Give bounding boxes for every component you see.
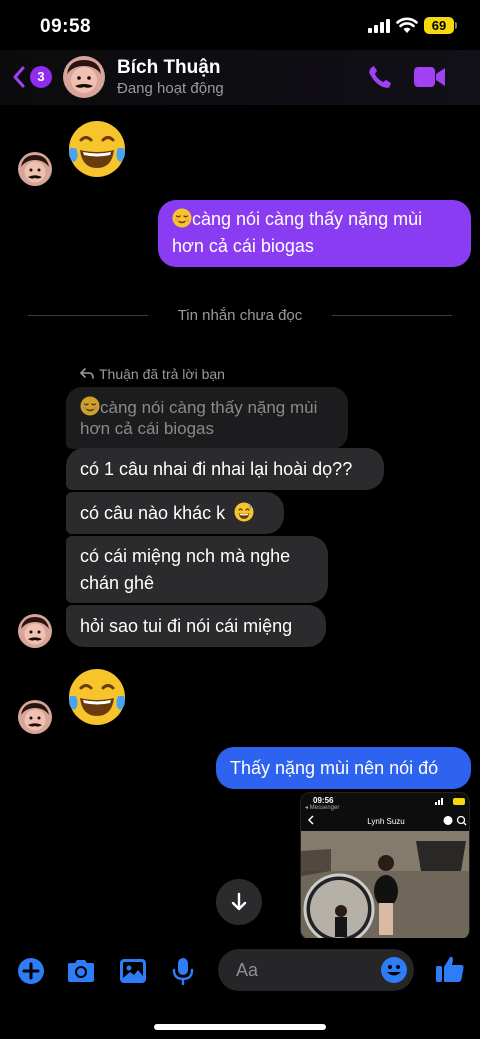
- avatar-image: [18, 700, 52, 734]
- status-bar: 09:58 69: [0, 0, 480, 50]
- wifi-icon: [396, 17, 418, 33]
- camera-icon: [68, 960, 94, 982]
- image-icon: [120, 959, 146, 983]
- divider-line: [332, 315, 452, 316]
- attachment-header-icons: [443, 815, 467, 826]
- battery-tip: [455, 22, 457, 29]
- voice-button[interactable]: [168, 956, 198, 986]
- photo-scene: [301, 831, 469, 939]
- phone-icon[interactable]: [366, 63, 394, 91]
- attachment-photo: [301, 831, 469, 939]
- like-button[interactable]: [434, 953, 466, 985]
- chat-header: 3 Bích Thuận Đang hoạt động: [0, 50, 480, 105]
- reply-arrow-icon: [80, 368, 94, 379]
- plus-icon: [18, 958, 44, 984]
- message-text: Thấy nặng mùi nên nói đó: [230, 758, 439, 778]
- back-button[interactable]: 3: [12, 62, 54, 92]
- outgoing-message[interactable]: Thấy nặng mùi nên nói đó: [216, 747, 471, 789]
- incoming-message[interactable]: có câu nào khác k: [66, 492, 284, 534]
- avatar[interactable]: [18, 700, 52, 734]
- relieved-face-emoji: [80, 396, 100, 416]
- avatar[interactable]: [63, 56, 105, 98]
- unread-badge: 3: [30, 66, 52, 88]
- message-text: có cái miệng nch mà nghe chán ghê: [80, 546, 291, 593]
- contact-name[interactable]: Bích Thuận: [117, 57, 220, 79]
- avatar-image: [18, 614, 52, 648]
- thumbs-up-icon: [436, 956, 464, 982]
- attachment-status-icons: [435, 798, 465, 805]
- scroll-down-button[interactable]: [216, 879, 262, 925]
- emoji-icon[interactable]: [380, 956, 408, 984]
- gallery-button[interactable]: [118, 956, 148, 986]
- avatar[interactable]: [18, 614, 52, 648]
- outgoing-message[interactable]: càng nói càng thấy nặng mùi hơn cả cái b…: [158, 200, 471, 267]
- incoming-message[interactable]: có cái miệng nch mà nghe chán ghê: [66, 536, 328, 603]
- image-attachment[interactable]: 09:56 ◂ Messenger Lynh Suzu: [300, 792, 470, 940]
- status-time: 09:58: [40, 16, 92, 37]
- tears-of-joy-emoji[interactable]: [66, 666, 128, 728]
- incoming-message[interactable]: có 1 câu nhai đi nhai lại hoài dọ??: [66, 448, 384, 490]
- home-indicator: [154, 1024, 326, 1030]
- microphone-icon: [172, 958, 194, 985]
- grinning-sweat-emoji: [234, 502, 254, 522]
- signal-icon: [368, 19, 390, 33]
- chevron-left-icon: [13, 66, 25, 88]
- video-call-icon[interactable]: [414, 66, 446, 88]
- active-status: Đang hoạt động: [117, 80, 224, 97]
- composer-bar: [0, 938, 480, 1039]
- avatar-image: [18, 152, 52, 186]
- incoming-message[interactable]: hỏi sao tui đi nói cái miệng: [66, 605, 326, 647]
- message-text: có 1 câu nhai đi nhai lại hoài dọ??: [80, 459, 353, 479]
- tears-of-joy-emoji[interactable]: [66, 118, 128, 180]
- message-text: có câu nào khác k: [80, 503, 226, 523]
- attachment-back-label: ◂ Messenger: [305, 805, 340, 811]
- battery-icon: 69: [424, 17, 454, 34]
- message-text: càng nói càng thấy nặng mùi hơn cả cái b…: [172, 209, 423, 256]
- relieved-face-emoji: [172, 208, 192, 228]
- avatar[interactable]: [18, 152, 52, 186]
- avatar-image: [63, 56, 105, 98]
- message-text: hỏi sao tui đi nói cái miệng: [80, 616, 293, 636]
- reply-label: Thuận đã trả lời bạn: [80, 366, 225, 382]
- quoted-message[interactable]: càng nói càng thấy nặng mùi hơn cả cái b…: [66, 387, 348, 449]
- add-button[interactable]: [16, 956, 46, 986]
- camera-button[interactable]: [66, 956, 96, 986]
- arrow-down-icon: [231, 892, 247, 911]
